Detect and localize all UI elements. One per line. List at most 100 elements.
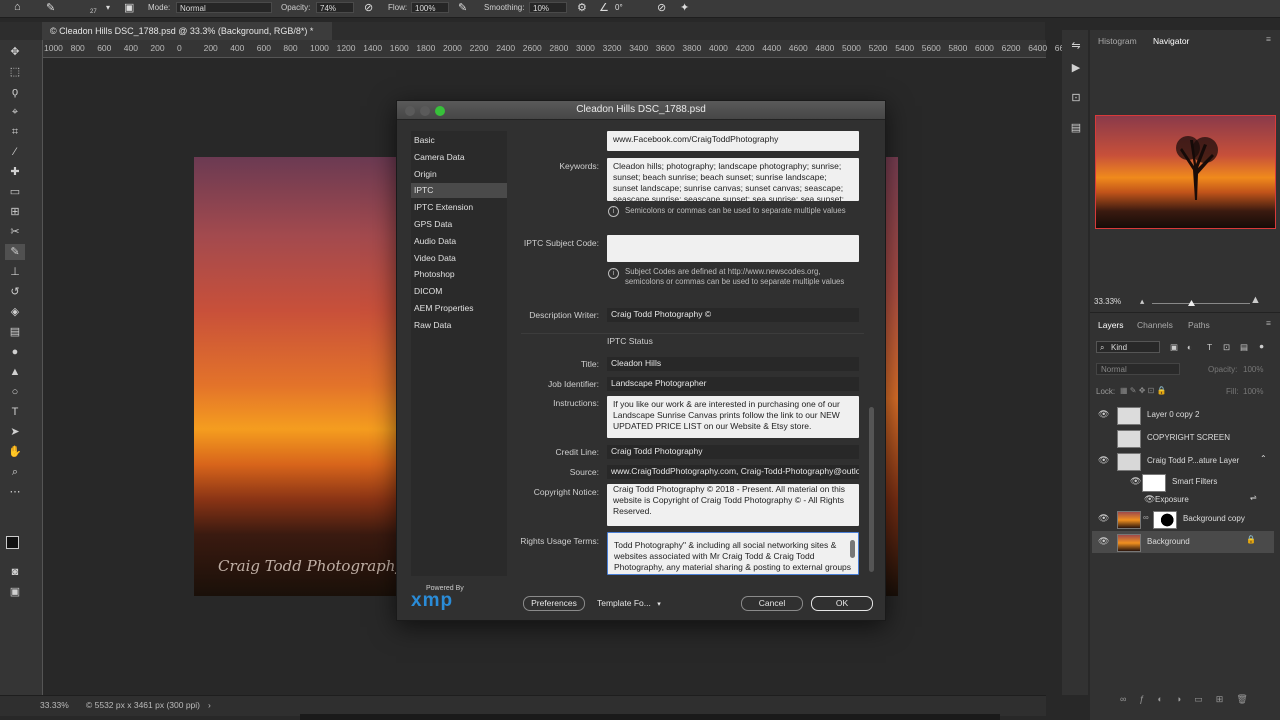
title-field[interactable]: Cleadon Hills <box>607 357 859 371</box>
cut-tool-icon[interactable]: ✂ <box>5 224 25 240</box>
tab-histogram[interactable]: Histogram <box>1098 36 1137 46</box>
job-identifier-field[interactable]: Landscape Photographer <box>607 377 859 391</box>
stamp-tool-icon[interactable]: ⊥ <box>5 264 25 280</box>
fill-value[interactable]: 100% <box>1243 387 1263 396</box>
preferences-button[interactable]: Preferences <box>523 596 585 611</box>
cancel-button[interactable]: Cancel <box>741 596 803 611</box>
tab-paths[interactable]: Paths <box>1188 320 1210 330</box>
type-tool-icon[interactable]: T <box>5 404 25 420</box>
template-folder-dropdown[interactable]: Template Fo... ▾ <box>597 598 661 608</box>
visibility-eye-icon[interactable]: 👁 <box>1098 536 1109 547</box>
panel-menu-icon[interactable]: ≡ <box>1266 318 1271 328</box>
category-basic[interactable]: Basic <box>411 133 507 148</box>
screen-mode-icon[interactable]: ▣ <box>5 584 25 600</box>
gear-icon[interactable]: ⚙ <box>577 1 587 14</box>
layer-opacity-value[interactable]: 100% <box>1243 365 1263 374</box>
photo-canvas[interactable] <box>194 157 404 596</box>
gradient-tool-icon[interactable]: ▤ <box>5 324 25 340</box>
layer-row[interactable]: 👁 Layer 0 copy 2 <box>1092 404 1274 426</box>
eyedropper-tool-icon[interactable]: ⁄ <box>5 144 25 160</box>
filter-toggle-icon[interactable]: ● <box>1259 341 1264 351</box>
close-window-button[interactable] <box>405 106 415 116</box>
adjustments-icon[interactable]: ⊡ <box>1066 90 1086 106</box>
marquee-tool-icon[interactable]: ⬚ <box>5 64 25 80</box>
document-info[interactable]: © 5532 px x 3461 px (300 ppi) <box>86 700 200 710</box>
opacity-field[interactable]: 74% <box>316 2 354 13</box>
pressure-size-icon[interactable]: ⊘ <box>657 1 666 14</box>
filter-options-icon[interactable]: ⇌ <box>1250 493 1257 502</box>
layer-kind-filter[interactable]: ⌕ Kind <box>1096 341 1160 353</box>
more-tools-icon[interactable]: ⋯ <box>5 484 25 500</box>
layer-row[interactable]: 👁 Craig Todd P...ature Layer ⌃ <box>1092 450 1274 472</box>
visibility-eye-icon[interactable]: 👁 <box>1098 409 1109 420</box>
brush-settings-icon[interactable]: ▣ <box>124 1 134 14</box>
description-writer-field[interactable]: Craig Todd Photography © <box>607 308 859 322</box>
copyright-notice-field[interactable]: Craig Todd Photography © 2018 - Present.… <box>607 484 859 526</box>
rights-usage-scrollbar[interactable] <box>850 540 855 558</box>
category-audio-data[interactable]: Audio Data <box>411 234 507 249</box>
blur-tool-icon[interactable]: ● <box>5 344 25 360</box>
smoothing-field[interactable]: 10% <box>529 2 567 13</box>
document-tab[interactable]: © Cleadon Hills DSC_1788.psd @ 33.3% (Ba… <box>42 22 332 40</box>
subject-code-field[interactable] <box>607 235 859 262</box>
rights-usage-field[interactable]: Todd Photography" & including all social… <box>607 532 859 575</box>
layer-row[interactable]: 👁 ∞ Background copy <box>1092 508 1274 530</box>
brush-tool-icon[interactable]: ✎ <box>46 1 55 14</box>
category-iptc[interactable]: IPTC <box>411 183 507 198</box>
zoom-in-icon[interactable]: ▲ <box>1250 294 1261 306</box>
play-icon[interactable]: ▶ <box>1066 60 1086 76</box>
chevron-up-icon[interactable]: ⌃ <box>1260 454 1267 463</box>
category-aem-properties[interactable]: AEM Properties <box>411 301 507 316</box>
category-dicom[interactable]: DICOM <box>411 284 507 299</box>
smart-object-filter-icon[interactable]: ▤ <box>1240 342 1248 353</box>
source-field[interactable]: www.CraigToddPhotography.com, Craig-Todd… <box>607 465 859 479</box>
foreground-color-swatch[interactable] <box>6 536 19 549</box>
zoom-slider-track[interactable] <box>1152 303 1250 304</box>
website-field[interactable]: www.Facebook.com/CraigToddPhotography <box>607 131 859 151</box>
airbrush-icon[interactable]: ✎ <box>458 1 467 14</box>
visibility-eye-icon[interactable]: 👁 <box>1144 494 1155 505</box>
lasso-tool-icon[interactable]: ϙ <box>5 84 25 100</box>
blend-mode-select[interactable]: Normal <box>1096 363 1180 375</box>
category-origin[interactable]: Origin <box>411 167 507 182</box>
tab-channels[interactable]: Channels <box>1137 320 1173 330</box>
tab-layers[interactable]: Layers <box>1098 320 1124 330</box>
lock-pixels-icon[interactable]: ▦ ✎ ✥ ⊡ 🔒 <box>1120 386 1167 395</box>
brush-tool-icon[interactable]: ✎ <box>5 244 25 260</box>
adjustment-filter-icon[interactable]: ◐ <box>1187 342 1192 352</box>
visibility-eye-icon[interactable]: 👁 <box>1098 455 1109 466</box>
category-photoshop[interactable]: Photoshop <box>411 267 507 282</box>
layer-row-selected[interactable]: 👁 Background 🔒 <box>1092 531 1274 553</box>
category-camera-data[interactable]: Camera Data <box>411 150 507 165</box>
path-select-tool-icon[interactable]: ➤ <box>5 424 25 440</box>
zoom-tool-icon[interactable]: ⌕ <box>5 464 25 480</box>
eraser-tool-icon[interactable]: ◈ <box>5 304 25 320</box>
tab-navigator[interactable]: Navigator <box>1153 36 1189 46</box>
pressure-opacity-icon[interactable]: ⊘ <box>364 1 373 14</box>
flow-field[interactable]: 100% <box>411 2 449 13</box>
instructions-field[interactable]: If you like our work & are interested in… <box>607 396 859 438</box>
type-filter-icon[interactable]: T <box>1207 342 1212 352</box>
zoom-out-icon[interactable]: ▴ <box>1140 296 1144 307</box>
category-raw-data[interactable]: Raw Data <box>411 318 507 333</box>
history-brush-tool-icon[interactable]: ↺ <box>5 284 25 300</box>
hand-tool-icon[interactable]: ✋ <box>5 444 25 460</box>
bandage-tool-icon[interactable]: ▭ <box>5 184 25 200</box>
category-video-data[interactable]: Video Data <box>411 251 507 266</box>
chevron-down-icon[interactable]: ▾ <box>106 3 110 12</box>
category-gps-data[interactable]: GPS Data <box>411 217 507 232</box>
credit-line-field[interactable]: Craig Todd Photography <box>607 445 859 459</box>
quick-select-tool-icon[interactable]: ⌖ <box>5 104 25 120</box>
chevron-right-icon[interactable]: › <box>208 700 211 710</box>
symmetry-icon[interactable]: ✦ <box>680 1 689 14</box>
pixel-filter-icon[interactable]: ▣ <box>1170 342 1178 353</box>
history-icon[interactable]: ⇋ <box>1066 38 1086 54</box>
healing-brush-tool-icon[interactable]: ✚ <box>5 164 25 180</box>
crop-tool-icon[interactable]: ⌗ <box>5 124 25 140</box>
transform-tool-icon[interactable]: ⊞ <box>5 204 25 220</box>
navigator-zoom[interactable]: 33.33% <box>1094 297 1121 306</box>
panel-menu-icon[interactable]: ≡ <box>1266 34 1271 44</box>
mode-select[interactable]: Normal <box>176 2 272 13</box>
angle-field[interactable]: 0° <box>612 2 646 13</box>
minimize-window-button[interactable] <box>420 106 430 116</box>
